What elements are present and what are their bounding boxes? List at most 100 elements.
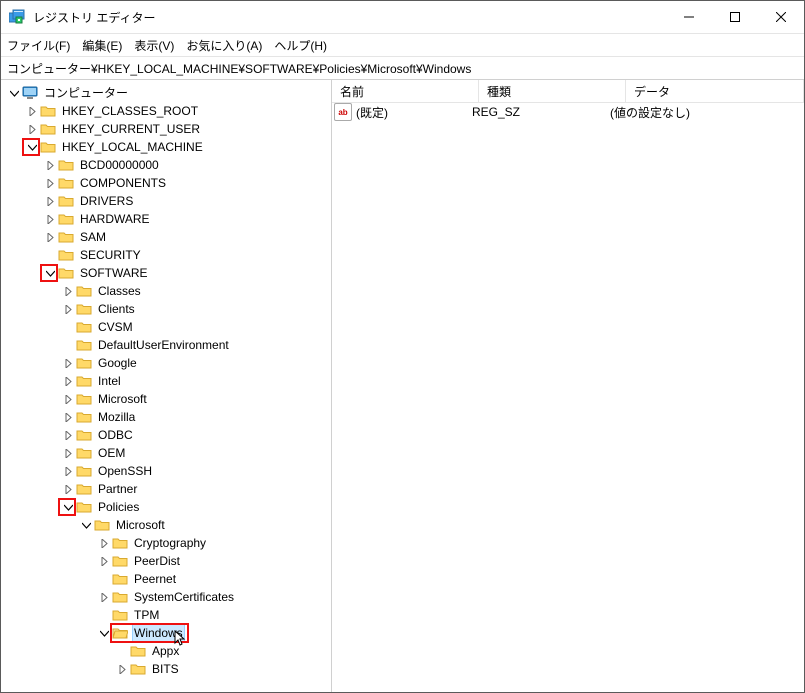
chevron-right-icon[interactable] — [25, 122, 39, 136]
tree-item-oem[interactable]: OEM — [1, 444, 331, 462]
tree-item-policies[interactable]: Policies — [1, 498, 331, 516]
chevron-right-icon[interactable] — [97, 536, 111, 550]
chevron-right-icon[interactable] — [43, 158, 57, 172]
chevron-right-icon[interactable] — [61, 374, 75, 388]
chevron-right-icon[interactable] — [115, 662, 129, 676]
tree-label: COMPONENTS — [78, 174, 168, 192]
chevron-right-icon[interactable] — [61, 482, 75, 496]
tree-item-clients[interactable]: Clients — [1, 300, 331, 318]
tree-item-appx[interactable]: Appx — [1, 642, 331, 660]
tree-item-drivers[interactable]: DRIVERS — [1, 192, 331, 210]
tree-label: SECURITY — [78, 246, 143, 264]
tree-label: Microsoft — [96, 390, 149, 408]
folder-icon — [76, 356, 92, 370]
col-header-data[interactable]: データ — [626, 80, 804, 102]
col-header-name[interactable]: 名前 — [332, 80, 479, 102]
tree-item-software[interactable]: SOFTWARE — [1, 264, 331, 282]
menu-view[interactable]: 表示(V) — [134, 37, 174, 54]
chevron-down-icon[interactable] — [7, 86, 21, 100]
chevron-right-icon[interactable] — [61, 464, 75, 478]
tree-item-sam[interactable]: SAM — [1, 228, 331, 246]
tree-item-security[interactable]: SECURITY — [1, 246, 331, 264]
tree-item-crypto[interactable]: Cryptography — [1, 534, 331, 552]
value-row[interactable]: ab(既定)REG_SZ(値の設定なし) — [332, 103, 804, 121]
menu-edit[interactable]: 編集(E) — [82, 37, 122, 54]
tree-item-openssh[interactable]: OpenSSH — [1, 462, 331, 480]
folder-icon — [76, 302, 92, 316]
chevron-right-icon[interactable] — [43, 176, 57, 190]
tree-item-hkcu[interactable]: HKEY_CURRENT_USER — [1, 120, 331, 138]
tree-item-syscert[interactable]: SystemCertificates — [1, 588, 331, 606]
folder-icon — [76, 464, 92, 478]
chevron-right-icon[interactable] — [61, 356, 75, 370]
tree-label: Mozilla — [96, 408, 137, 426]
menu-favorites[interactable]: お気に入り(A) — [186, 37, 262, 54]
chevron-down-icon[interactable] — [79, 518, 93, 532]
tree-item-microsoft[interactable]: Microsoft — [1, 390, 331, 408]
tree-item-peernet[interactable]: Peernet — [1, 570, 331, 588]
tree-item-cvsm[interactable]: CVSM — [1, 318, 331, 336]
tree-item-odbc[interactable]: ODBC — [1, 426, 331, 444]
folder-icon — [76, 410, 92, 424]
chevron-right-icon[interactable] — [61, 446, 75, 460]
tree-item-windows[interactable]: Windows — [1, 624, 331, 642]
chevron-down-icon[interactable] — [25, 140, 39, 154]
tree-label: Clients — [96, 300, 137, 318]
tree-item-mozilla[interactable]: Mozilla — [1, 408, 331, 426]
folder-icon — [58, 266, 74, 280]
tree-item-hklm[interactable]: HKEY_LOCAL_MACHINE — [1, 138, 331, 156]
tree-item-hkcr[interactable]: HKEY_CLASSES_ROOT — [1, 102, 331, 120]
list-header: 名前 種類 データ — [332, 80, 804, 103]
menu-help[interactable]: ヘルプ(H) — [274, 37, 327, 54]
chevron-right-icon[interactable] — [61, 284, 75, 298]
chevron-right-icon[interactable] — [61, 392, 75, 406]
tree-item-hardware[interactable]: HARDWARE — [1, 210, 331, 228]
minimize-button[interactable] — [666, 1, 712, 33]
tree-label: TPM — [132, 606, 161, 624]
titlebar[interactable]: レジストリ エディター — [1, 1, 804, 34]
col-header-type[interactable]: 種類 — [479, 80, 626, 102]
tree-item-peerdist[interactable]: PeerDist — [1, 552, 331, 570]
chevron-down-icon[interactable] — [97, 626, 111, 640]
tree-item-partner[interactable]: Partner — [1, 480, 331, 498]
tree-item-components[interactable]: COMPONENTS — [1, 174, 331, 192]
tree-item-due[interactable]: DefaultUserEnvironment — [1, 336, 331, 354]
folder-icon — [58, 158, 74, 172]
chevron-right-icon[interactable] — [43, 194, 57, 208]
tree-item-classes[interactable]: Classes — [1, 282, 331, 300]
chevron-right-icon[interactable] — [97, 590, 111, 604]
tree-pane[interactable]: コンピューターHKEY_CLASSES_ROOTHKEY_CURRENT_USE… — [1, 80, 332, 692]
tree-item-intel[interactable]: Intel — [1, 372, 331, 390]
value-type: REG_SZ — [472, 105, 610, 119]
maximize-button[interactable] — [712, 1, 758, 33]
address-bar[interactable]: コンピューター¥HKEY_LOCAL_MACHINE¥SOFTWARE¥Poli… — [1, 57, 804, 80]
chevron-down-icon[interactable] — [43, 266, 57, 280]
menubar: ファイル(F) 編集(E) 表示(V) お気に入り(A) ヘルプ(H) — [1, 34, 804, 57]
chevron-right-icon[interactable] — [25, 104, 39, 118]
chevron-right-icon[interactable] — [61, 410, 75, 424]
chevron-right-icon[interactable] — [61, 428, 75, 442]
tree-item-ms2[interactable]: Microsoft — [1, 516, 331, 534]
tree-item-bits[interactable]: BITS — [1, 660, 331, 678]
tree-item-root[interactable]: コンピューター — [1, 84, 331, 102]
folder-icon — [76, 446, 92, 460]
tree-label: Intel — [96, 372, 123, 390]
folder-icon — [94, 518, 110, 532]
close-button[interactable] — [758, 1, 804, 33]
chevron-down-icon[interactable] — [61, 500, 75, 514]
computer-icon — [22, 86, 38, 100]
tree-label: SOFTWARE — [78, 264, 150, 282]
chevron-right-icon[interactable] — [97, 554, 111, 568]
tree-item-tpm[interactable]: TPM — [1, 606, 331, 624]
menu-file[interactable]: ファイル(F) — [7, 37, 70, 54]
tree-label: DRIVERS — [78, 192, 135, 210]
tree-label: Partner — [96, 480, 139, 498]
chevron-right-icon[interactable] — [43, 230, 57, 244]
tree-label: SAM — [78, 228, 108, 246]
chevron-right-icon[interactable] — [61, 302, 75, 316]
chevron-right-icon[interactable] — [43, 212, 57, 226]
folder-icon — [40, 140, 56, 154]
tree-item-google[interactable]: Google — [1, 354, 331, 372]
tree-item-bcd[interactable]: BCD00000000 — [1, 156, 331, 174]
list-pane[interactable]: 名前 種類 データ ab(既定)REG_SZ(値の設定なし) — [332, 80, 804, 692]
